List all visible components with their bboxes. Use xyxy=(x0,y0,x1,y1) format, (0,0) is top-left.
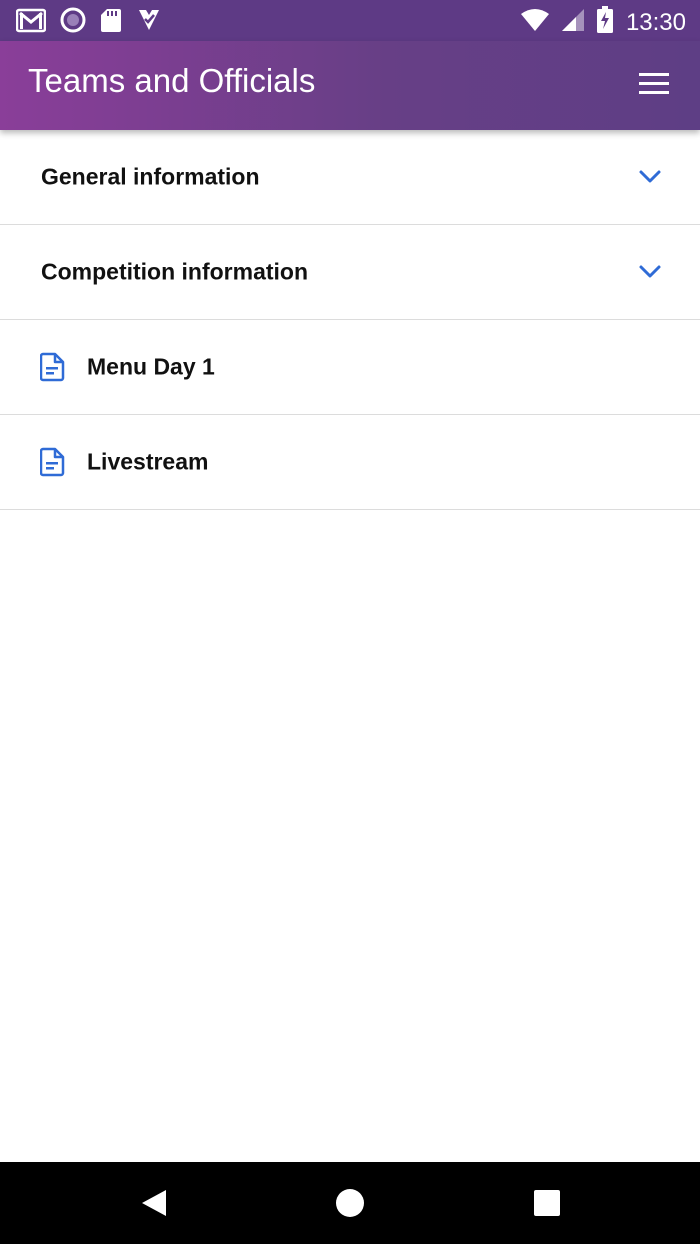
list-item-label: Competition information xyxy=(41,258,309,285)
app-bar: Teams and Officials xyxy=(0,41,700,130)
recent-apps-button[interactable] xyxy=(507,1162,587,1244)
list-item-label: Menu Day 1 xyxy=(87,353,215,380)
signal-icon xyxy=(560,7,586,38)
chevron-down-icon xyxy=(639,265,661,278)
wifi-icon xyxy=(520,7,550,38)
chevron-down-icon xyxy=(639,170,661,183)
hamburger-menu-icon xyxy=(639,73,669,94)
content-list: General information Competition informat… xyxy=(0,130,700,510)
sd-card-icon xyxy=(100,7,122,38)
list-item-label: Livestream xyxy=(87,448,209,475)
status-right-icons: 13:30 xyxy=(520,6,686,39)
gmail-icon xyxy=(15,7,47,38)
list-item-competition-information[interactable]: Competition information xyxy=(0,225,700,320)
list-item-menu-day-1[interactable]: Menu Day 1 xyxy=(0,320,700,415)
document-icon xyxy=(40,447,65,477)
check-app-icon xyxy=(136,7,162,38)
home-button[interactable] xyxy=(310,1162,390,1244)
back-icon xyxy=(142,1190,166,1216)
hamburger-menu-button[interactable] xyxy=(638,68,670,100)
record-icon xyxy=(60,7,86,38)
status-left-icons xyxy=(15,7,162,38)
list-item-livestream[interactable]: Livestream xyxy=(0,415,700,510)
home-icon xyxy=(336,1189,364,1217)
status-bar: 13:30 xyxy=(0,0,700,41)
recent-apps-icon xyxy=(534,1190,560,1216)
battery-charging-icon xyxy=(596,6,614,39)
list-item-general-information[interactable]: General information xyxy=(0,130,700,225)
list-item-label: General information xyxy=(41,163,260,190)
page-title: Teams and Officials xyxy=(28,62,316,99)
document-icon xyxy=(40,352,65,382)
status-time: 13:30 xyxy=(625,8,686,36)
system-nav-bar xyxy=(0,1162,700,1244)
back-button[interactable] xyxy=(113,1162,193,1244)
